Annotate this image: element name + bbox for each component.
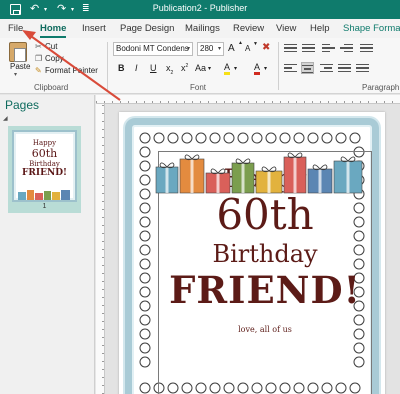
gift-box [283, 152, 307, 194]
tab-insert[interactable]: Insert [82, 23, 106, 34]
chevron-down-icon[interactable]: ▾ [234, 65, 237, 72]
font-size-select[interactable]: 280 ▾ [197, 42, 224, 56]
scissors-icon: ✂ [35, 42, 42, 51]
gift-box [179, 154, 205, 194]
copy-icon: ❐ [35, 54, 43, 63]
clipboard-group-label: Clipboard [34, 83, 69, 92]
gift-boxes-illustration[interactable] [152, 145, 366, 195]
cut-button[interactable]: ✂ Cut [35, 42, 57, 51]
italic-button[interactable]: I [135, 63, 138, 73]
page-thumbnail-selected[interactable]: Happy 60th Birthday FRIEND! 1 [8, 126, 81, 213]
change-case-button[interactable]: Aa [195, 63, 206, 73]
gift-box [307, 164, 333, 194]
paste-dropdown-icon[interactable]: ▾ [14, 71, 17, 78]
vertical-ruler[interactable] [96, 104, 105, 394]
collapse-triangle-icon[interactable]: ◢ [3, 115, 8, 122]
copy-button[interactable]: ❐ Copy [35, 54, 64, 63]
chevron-down-icon[interactable]: ▾ [208, 65, 211, 72]
card-line-birthday[interactable]: Birthday [159, 242, 371, 266]
font-name-select[interactable]: Bodoni MT Condens ▾ [113, 42, 193, 56]
justify-icon[interactable] [338, 62, 351, 74]
underline-button[interactable]: U [150, 63, 157, 73]
font-name-value: Bodoni MT Condens [116, 44, 189, 53]
thumb-line3: Birthday [29, 160, 60, 168]
window-title: Publication2 - Publisher [152, 3, 248, 13]
card-signature[interactable]: love, all of us [159, 326, 371, 334]
grow-font-button[interactable]: A [228, 43, 235, 54]
publication-page[interactable]: Happy 60th Birthday FRIEND! love, all of… [119, 112, 385, 394]
card-text-box[interactable]: Happy 60th Birthday FRIEND! love, all of… [155, 151, 372, 394]
card-line-60th[interactable]: 60th [159, 194, 371, 236]
clear-formatting-icon[interactable]: ✖ [262, 42, 270, 53]
page-thumbnail[interactable]: Happy 60th Birthday FRIEND! [12, 130, 77, 202]
group-divider [107, 42, 108, 90]
tab-file[interactable]: File [8, 23, 23, 34]
shrink-font-button[interactable]: A [245, 44, 250, 53]
copy-label: Copy [45, 54, 64, 63]
paste-icon[interactable] [9, 42, 27, 62]
font-group-label: Font [190, 83, 207, 92]
gift-box [155, 162, 179, 194]
tab-help[interactable]: Help [310, 23, 330, 34]
cut-label: Cut [45, 42, 58, 51]
line-spacing-icon[interactable] [360, 42, 373, 54]
chevron-down-icon: ▾ [217, 46, 221, 52]
increase-indent-icon[interactable] [340, 42, 353, 54]
pages-pane-title: Pages [5, 98, 40, 112]
align-center-icon[interactable] [301, 62, 314, 74]
tab-view[interactable]: View [276, 23, 296, 34]
align-left-icon[interactable] [284, 62, 297, 74]
bullets-icon[interactable] [284, 42, 297, 54]
highlight-button[interactable]: A [224, 63, 231, 75]
tab-review[interactable]: Review [233, 23, 264, 34]
align-right-icon[interactable] [320, 62, 333, 74]
group-divider [278, 42, 279, 90]
card-line-friend[interactable]: FRIEND! [159, 272, 371, 309]
thumb-line1: Happy [32, 139, 57, 147]
superscript-button[interactable]: x2 [181, 63, 188, 73]
format-painter-icon: ✎ [35, 66, 42, 75]
decrease-indent-icon[interactable] [322, 42, 335, 54]
format-painter-button[interactable]: ✎ Format Painter [35, 66, 98, 75]
bold-button[interactable]: B [118, 63, 125, 73]
tab-page-design[interactable]: Page Design [120, 23, 174, 34]
chevron-down-icon: ▾ [186, 46, 190, 52]
font-color-button[interactable]: A [254, 63, 261, 75]
paragraph-group-label: Paragraph [362, 83, 400, 92]
ribbon: Paste ▾ ✂ Cut ❐ Copy ✎ Format Painter Clipb… [0, 38, 400, 94]
tab-home[interactable]: Home [40, 23, 67, 38]
gift-box [333, 156, 363, 194]
horizontal-ruler[interactable] [96, 95, 400, 104]
distribute-icon[interactable] [356, 62, 369, 74]
font-size-value: 280 [200, 44, 214, 53]
chevron-down-icon[interactable]: ▾ [264, 65, 267, 72]
gift-box [205, 168, 231, 194]
scalloped-border-frame: Happy 60th Birthday FRIEND! love, all of… [125, 118, 379, 394]
document-workspace[interactable]: Happy 60th Birthday FRIEND! love, all of… [105, 104, 400, 394]
subscript-button[interactable]: x2 [166, 63, 173, 76]
grow-font-arrow-icon: ▲ [238, 40, 243, 46]
format-painter-label: Format Painter [45, 66, 98, 75]
pages-pane: Pages ◢ Happy 60th Birthday FRIEND! 1 [0, 95, 95, 394]
thumb-gifts-illustration [18, 190, 70, 200]
thumb-line4: FRIEND! [22, 168, 67, 178]
tab-mailings[interactable]: Mailings [185, 23, 220, 34]
paste-button[interactable]: Paste [10, 62, 30, 71]
gift-box [255, 166, 283, 194]
page-number-label: 1 [42, 203, 47, 210]
numbering-icon[interactable] [302, 42, 315, 54]
ribbon-tabs: File Home Insert Page Design Mailings Re… [0, 19, 400, 38]
title-bar: ↶ ▾ ↷ ▾ ≣ Publication2 - Publisher [0, 0, 400, 19]
gift-box [231, 158, 255, 194]
tab-shape-format[interactable]: Shape Format [343, 23, 400, 34]
shrink-font-arrow-icon: ▼ [253, 41, 258, 47]
thumb-line2: 60th [31, 147, 58, 160]
